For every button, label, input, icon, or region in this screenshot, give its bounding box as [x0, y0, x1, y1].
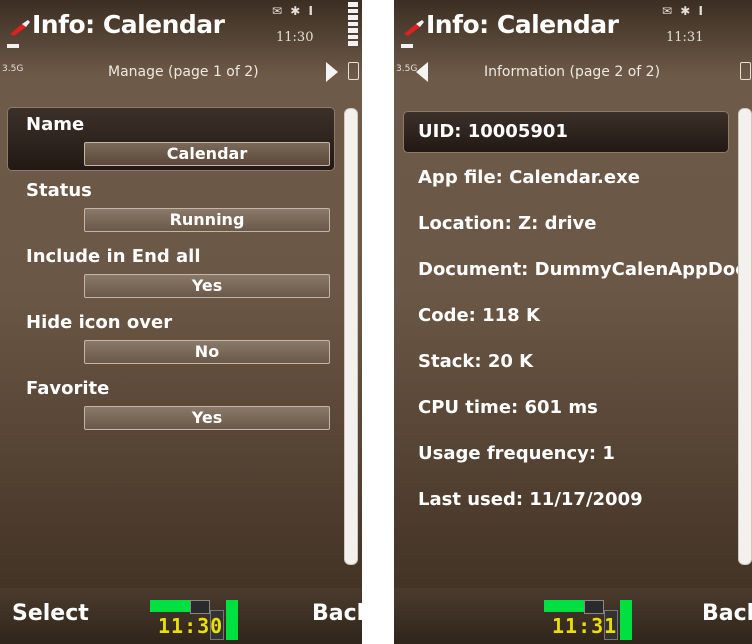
field-value[interactable]: Yes [84, 274, 330, 298]
clock-widget: 11:30 [150, 600, 242, 640]
info-row-code[interactable]: Code: 118 K [404, 296, 728, 336]
field-include-end-all[interactable]: Include in End all Yes [8, 242, 334, 302]
select-softkey[interactable]: Select [12, 601, 89, 626]
page-title: Info: Calendar [426, 10, 619, 39]
field-status[interactable]: Status Running [8, 176, 334, 236]
info-row-cpu-time[interactable]: CPU time: 601 ms [404, 388, 728, 428]
field-label: Favorite [26, 378, 110, 399]
field-label: Status [26, 180, 92, 201]
field-hide-icon[interactable]: Hide icon over No [8, 308, 334, 368]
right-arrow-icon[interactable] [326, 62, 338, 82]
field-name[interactable]: Name Calendar [8, 108, 334, 170]
page-indicator [740, 62, 751, 80]
calendar-app-icon [10, 20, 30, 36]
field-label: Include in End all [26, 246, 201, 267]
page-subtitle: Manage (page 1 of 2) [108, 64, 259, 80]
email-icon: ✉ ✱ I [272, 4, 315, 18]
calendar-app-icon [404, 20, 424, 36]
back-softkey[interactable]: Back [312, 601, 362, 626]
signal-icon [7, 44, 19, 48]
clock-digits: 11:30 [158, 614, 224, 638]
page-indicator [348, 62, 359, 80]
info-row-usage-frequency[interactable]: Usage frequency: 1 [404, 434, 728, 474]
field-value[interactable]: Calendar [84, 142, 330, 166]
clock-digits: 11:31 [552, 614, 618, 638]
page-subtitle: Information (page 2 of 2) [484, 64, 661, 80]
email-icon: ✉ ✱ I [662, 4, 705, 18]
field-favorite[interactable]: Favorite Yes [8, 374, 334, 434]
info-row-location[interactable]: Location: Z: drive [404, 204, 728, 244]
information-screen: Info: Calendar ✉ ✱ I 11:31 3.5G Informat… [394, 0, 752, 644]
page-title: Info: Calendar [32, 10, 225, 39]
back-softkey[interactable]: Back [702, 601, 752, 626]
field-value[interactable]: Yes [84, 406, 330, 430]
info-row-stack[interactable]: Stack: 20 K [404, 342, 728, 382]
info-row-document[interactable]: Document: DummyCalenAppDoc [404, 250, 746, 290]
network-indicator: 3.5G [2, 64, 24, 74]
left-arrow-icon[interactable] [416, 62, 428, 82]
status-bar: Info: Calendar ✉ ✱ I 11:30 3.5G Manage (… [0, 0, 362, 96]
scrollbar[interactable] [344, 108, 358, 565]
status-bar: Info: Calendar ✉ ✱ I 11:31 3.5G Informat… [394, 0, 752, 96]
info-row-app-file[interactable]: App file: Calendar.exe [404, 158, 728, 198]
scrollbar[interactable] [738, 108, 752, 565]
softkey-bar: 11:31 Back [394, 574, 752, 644]
network-indicator: 3.5G [396, 64, 418, 74]
field-value[interactable]: Running [84, 208, 330, 232]
softkey-bar: Select 11:30 Back [0, 574, 362, 644]
info-row-uid[interactable]: UID: 10005901 [404, 112, 728, 152]
manage-screen: Info: Calendar ✉ ✱ I 11:30 3.5G Manage (… [0, 0, 362, 644]
clock-time: 11:30 [276, 30, 314, 45]
battery-icon [348, 2, 358, 47]
clock-widget: 11:31 [544, 600, 636, 640]
field-label: Name [26, 114, 85, 135]
field-label: Hide icon over [26, 312, 173, 333]
clock-time: 11:31 [666, 30, 704, 45]
field-value[interactable]: No [84, 340, 330, 364]
signal-icon [401, 44, 413, 48]
info-row-last-used[interactable]: Last used: 11/17/2009 [404, 480, 728, 520]
